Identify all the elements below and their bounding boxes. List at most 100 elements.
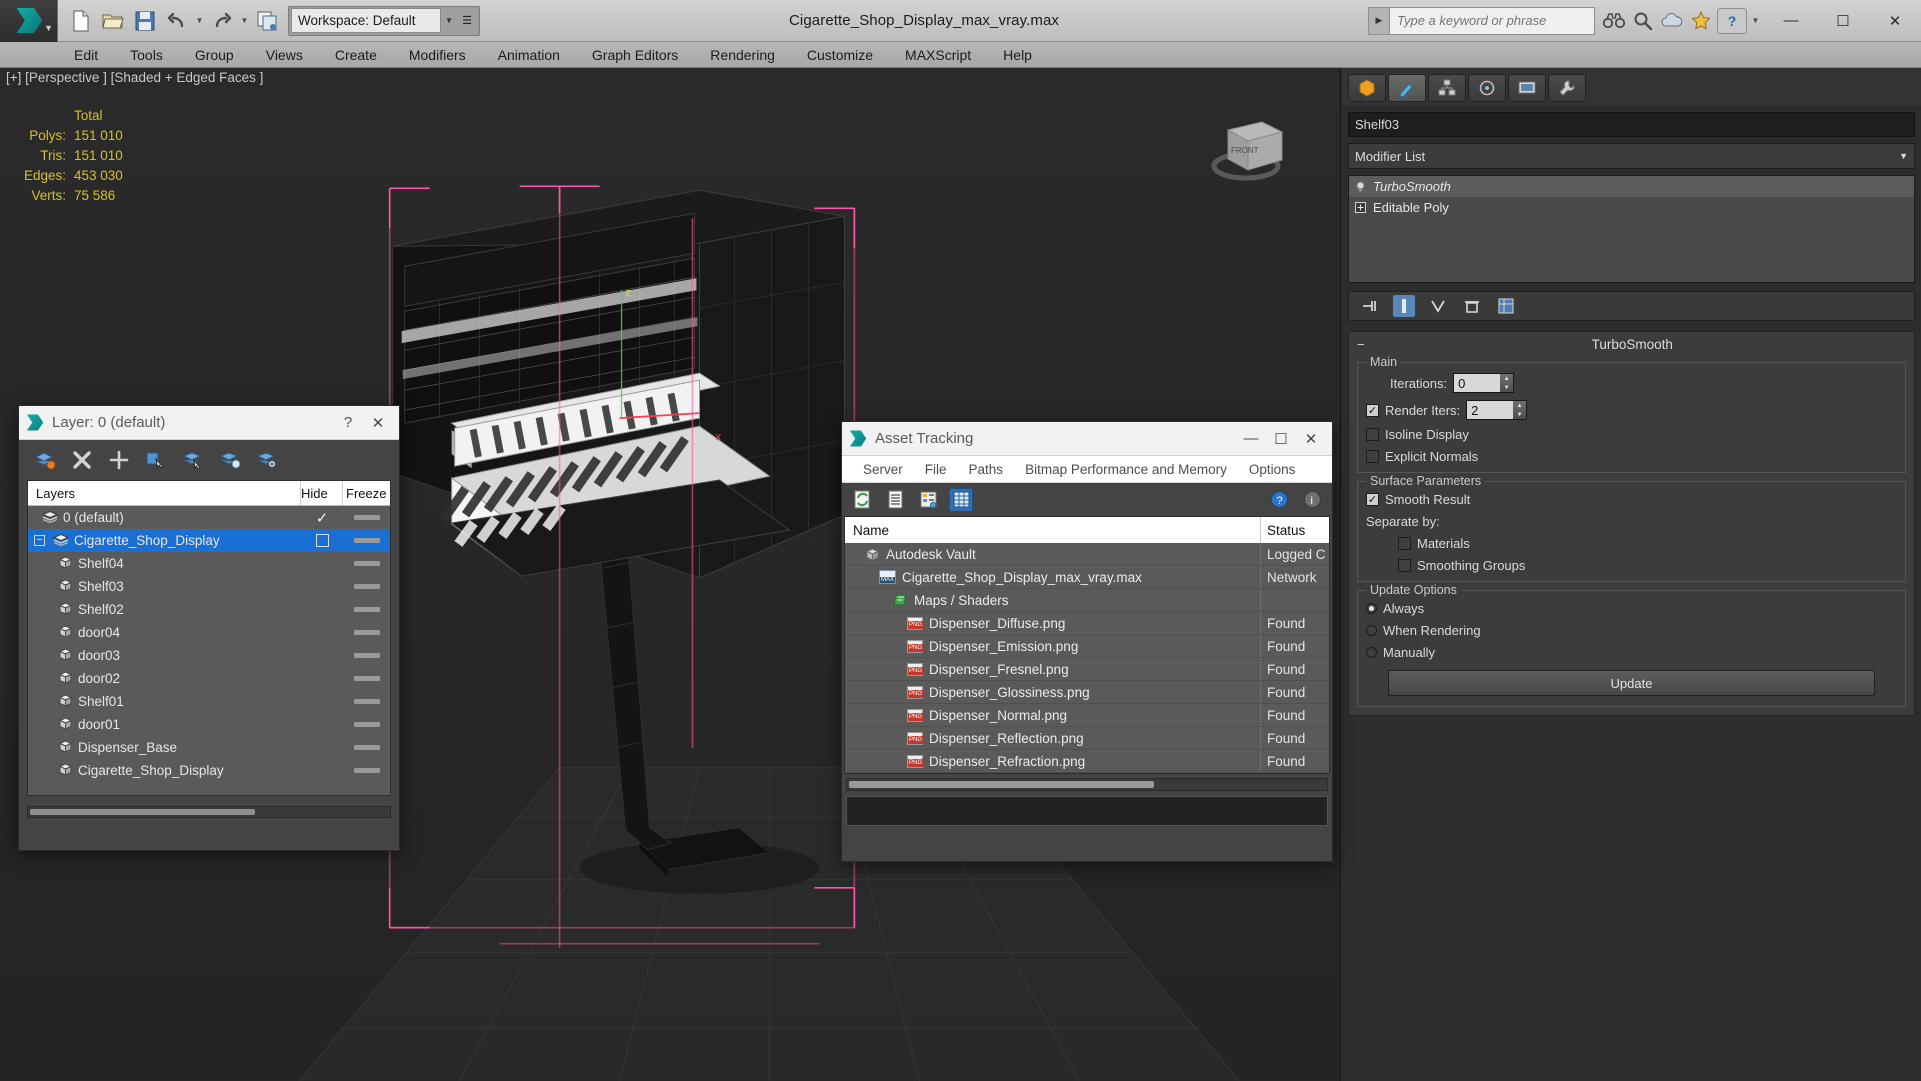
asset-row-name-cell[interactable]: PNG Dispenser_Diffuse.png [845,612,1261,634]
checkbox-empty-icon[interactable] [315,534,329,547]
render-iters-checkbox[interactable]: ✓ [1366,403,1379,417]
asset-row-name-cell[interactable]: Autodesk Vault [845,543,1261,565]
asset-scroll-thumb[interactable] [849,781,1154,788]
asset-row[interactable]: Autodesk Vault Logged C [845,543,1329,566]
asset-row-name-cell[interactable]: Maps / Shaders [845,589,1261,611]
update-mode-radio[interactable] [1366,603,1377,614]
layer-row-name-cell[interactable]: Cigarette_Shop_Display [28,762,301,780]
new-layer-icon[interactable] [33,448,57,472]
render-iters-input[interactable] [1467,401,1514,419]
lightbulb-icon[interactable] [1354,180,1367,193]
layer-freeze-cell[interactable] [343,538,390,543]
asset-row[interactable]: PNG Dispenser_Fresnel.png Found [845,658,1329,681]
plus-expand-icon[interactable] [1354,201,1367,214]
menu-item-rendering[interactable]: Rendering [694,44,791,66]
minimize-button[interactable]: — [1765,0,1817,42]
help-dropdown-icon[interactable]: ▼ [1750,16,1761,25]
update-mode-radio[interactable] [1366,647,1377,658]
asset-row[interactable]: PNG Dispenser_Normal.png Found [845,704,1329,727]
remove-modifier-icon[interactable] [1461,295,1483,317]
isoline-display-checkbox[interactable] [1366,428,1379,441]
asset-row[interactable]: Maps / Shaders [845,589,1329,612]
asset-row[interactable]: PNG Dispenser_Diffuse.png Found [845,612,1329,635]
asset-row-name-cell[interactable]: PNG Dispenser_Refraction.png [845,750,1261,772]
materials-checkbox[interactable] [1398,537,1411,550]
layer-row-name-cell[interactable]: Shelf02 [28,601,301,619]
layer-row[interactable]: Shelf02 [28,598,390,621]
layer-row[interactable]: − Cigarette_Shop_Display [28,529,390,552]
layer-freeze-cell[interactable] [343,676,390,681]
modifier-stack-item[interactable]: TurboSmooth [1349,176,1914,197]
select-objects-icon[interactable] [144,448,168,472]
layer-row[interactable]: door01 [28,713,390,736]
layer-settings-icon[interactable] [255,448,279,472]
asset-row-name-cell[interactable]: PNG Dispenser_Emission.png [845,635,1261,657]
smoothing-groups-checkbox[interactable] [1398,559,1411,572]
table-view-icon[interactable] [949,487,973,512]
update-button[interactable]: Update [1388,670,1875,696]
refresh-icon[interactable] [850,488,874,512]
layer-row-name-cell[interactable]: Shelf01 [28,693,301,711]
asset-row[interactable]: MAX Cigarette_Shop_Display_max_vray.max Ne… [845,566,1329,589]
modifier-list-dropdown[interactable]: Modifier List ▼ [1348,143,1915,169]
cloud-icon[interactable] [1659,8,1685,34]
configure-sets-icon[interactable] [1495,295,1517,317]
about-icon[interactable]: i [1300,488,1324,512]
motion-tab[interactable] [1468,74,1506,102]
menu-item-tools[interactable]: Tools [114,44,179,66]
workspace-dropdown-icon[interactable]: ▼ [441,16,457,25]
asset-row-name-cell[interactable]: PNG Dispenser_Fresnel.png [845,658,1261,680]
asset-menu-paths[interactable]: Paths [958,459,1015,480]
layer-freeze-cell[interactable] [343,768,390,773]
undo-icon[interactable] [162,6,192,36]
menu-item-graph-editors[interactable]: Graph Editors [576,44,694,66]
asset-row[interactable]: PNG Dispenser_Emission.png Found [845,635,1329,658]
asset-horizontal-scrollbar[interactable] [846,778,1328,791]
asset-row-name-cell[interactable]: PNG Dispenser_Normal.png [845,704,1261,726]
layer-row[interactable]: Shelf04 [28,552,390,575]
add-selection-icon[interactable] [107,448,131,472]
layer-row-name-cell[interactable]: door03 [28,647,301,665]
layer-current-cell[interactable]: ✓ [301,509,343,527]
save-file-icon[interactable] [130,6,160,36]
iterations-spinner-arrows[interactable]: ▲ ▼ [1500,374,1514,392]
asset-maximize-button[interactable]: ☐ [1266,424,1296,454]
pin-stack-icon[interactable] [1359,295,1381,317]
create-tab[interactable] [1348,74,1386,102]
layer-row-name-cell[interactable]: Dispenser_Base [28,739,301,757]
close-button[interactable]: ✕ [1869,0,1921,42]
display-tab[interactable] [1508,74,1546,102]
asset-row[interactable]: PNG Dispenser_Glossiness.png Found [845,681,1329,704]
layer-row[interactable]: Dispenser_Base [28,736,390,759]
layer-scroll-thumb[interactable] [30,809,255,815]
binoculars-icon[interactable] [1601,8,1627,34]
asset-column-status[interactable]: Status [1261,517,1329,543]
asset-menu-file[interactable]: File [914,459,958,480]
layer-freeze-cell[interactable] [343,607,390,612]
utilities-tab[interactable] [1548,74,1586,102]
layer-row-name-cell[interactable]: 0 (default) [28,510,301,526]
layer-horizontal-scrollbar[interactable] [27,806,391,818]
workspace-menu-icon[interactable]: ☰ [457,14,477,27]
layer-row-name-cell[interactable]: door01 [28,716,301,734]
modify-tab[interactable] [1388,74,1426,102]
asset-row-name-cell[interactable]: PNG Dispenser_Glossiness.png [845,681,1261,703]
asset-row-name-cell[interactable]: MAX Cigarette_Shop_Display_max_vray.max [845,566,1261,588]
asset-menu-bitmap-performance-and-memory[interactable]: Bitmap Performance and Memory [1014,459,1238,480]
menu-item-group[interactable]: Group [179,44,250,66]
layer-freeze-cell[interactable] [343,584,390,589]
redo-icon[interactable] [207,6,237,36]
view-cube[interactable]: FRONT [1204,106,1294,186]
star-icon[interactable] [1688,8,1714,34]
menu-item-edit[interactable]: Edit [58,44,114,66]
menu-item-customize[interactable]: Customize [791,44,889,66]
layer-freeze-cell[interactable] [343,745,390,750]
layer-freeze-cell[interactable] [343,699,390,704]
asset-tracking-dialog[interactable]: Asset Tracking — ☐ ✕ Server File Paths Bitm… [841,421,1333,862]
highlight-selected-icon[interactable] [181,448,205,472]
layer-list[interactable]: Layers Hide Freeze 0 (default) ✓ − Cigarett… [27,480,391,796]
asset-column-name[interactable]: Name [845,517,1261,543]
layer-row-name-cell[interactable]: Shelf03 [28,578,301,596]
expand-collapse-icon[interactable]: − [34,535,45,546]
layer-row[interactable]: Shelf03 [28,575,390,598]
